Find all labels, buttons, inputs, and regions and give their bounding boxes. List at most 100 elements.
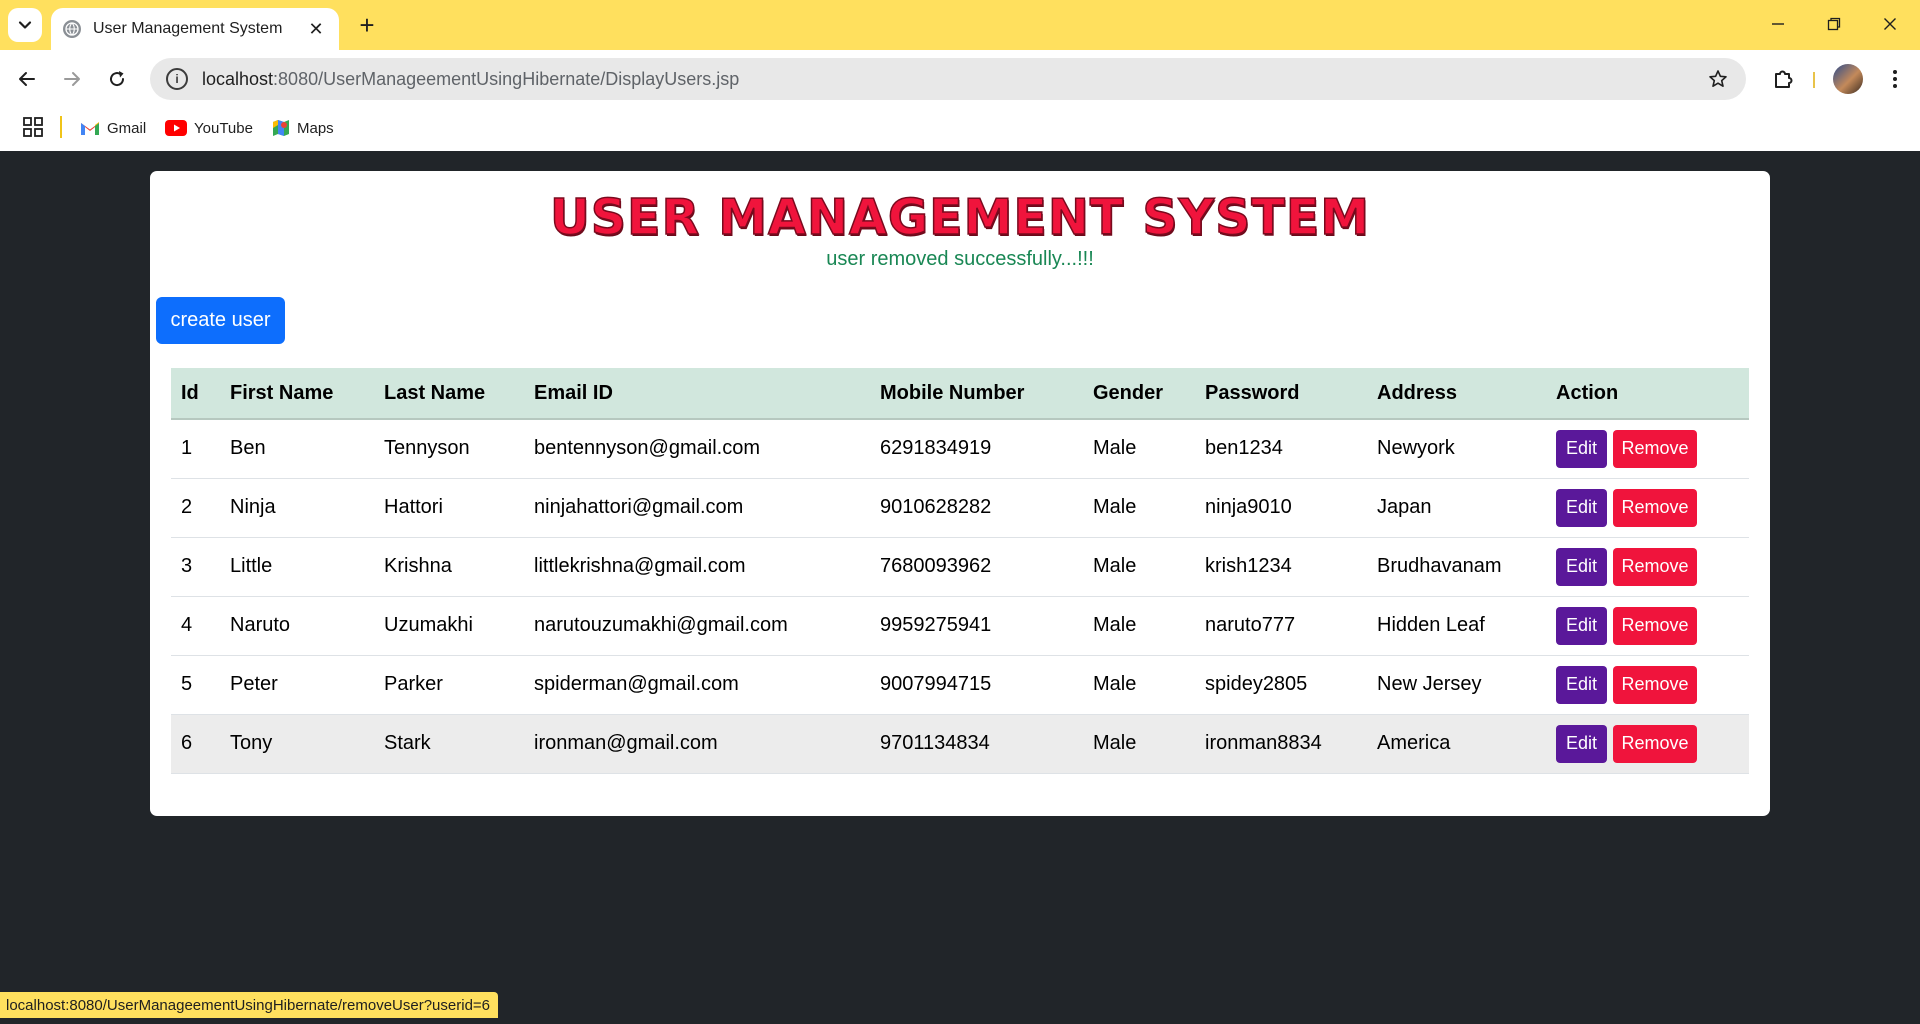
cell-password: ben1234 [1195,419,1367,479]
cell-last-name: Krishna [374,537,524,597]
remove-button[interactable]: Remove [1613,665,1697,704]
maps-icon [272,119,290,137]
arrow-right-icon [64,72,80,86]
cell-address: Japan [1367,478,1546,538]
close-window-button[interactable] [1870,8,1910,40]
edit-button[interactable]: Edit [1556,724,1607,763]
arrow-left-icon [19,72,35,86]
cell-email: ninjahattori@gmail.com [524,478,870,538]
address-bar[interactable]: i localhost:8080/UserManageementUsingHib… [150,58,1746,100]
apps-grid-icon[interactable] [22,116,44,138]
bookmarks-separator [60,116,62,138]
page-viewport: USER MANAGEMENT SYSTEM user removed succ… [0,151,1920,1024]
browser-menu-button[interactable] [1878,62,1912,96]
globe-icon [63,20,81,38]
cell-id: 3 [171,537,220,597]
cell-id: 1 [171,419,220,479]
puzzle-icon [1775,70,1793,88]
browser-tab[interactable]: User Management System ✕ [51,8,339,50]
bookmark-maps[interactable]: Maps [272,116,334,140]
profile-avatar[interactable] [1833,64,1863,94]
cell-address: New Jersey [1367,655,1546,715]
edit-button[interactable]: Edit [1556,488,1607,527]
tab-close-icon[interactable]: ✕ [305,18,327,40]
url-host: localhost [202,68,274,89]
column-header-mobile: Mobile Number [870,368,1083,420]
edit-button[interactable]: Edit [1556,606,1607,645]
reload-button[interactable] [100,62,134,96]
bookmark-label: Gmail [107,119,147,137]
cell-last-name: Hattori [374,478,524,538]
cell-email: spiderman@gmail.com [524,655,870,715]
cell-mobile: 7680093962 [870,537,1083,597]
more-vert-icon [1893,70,1897,88]
table-body: 1 Ben Tennyson bentennyson@gmail.com 6291834… [171,419,1749,774]
close-icon [1884,18,1896,30]
cell-first-name: Ninja [220,478,374,538]
cell-action: Edit Remove [1546,419,1749,479]
restore-icon [1827,17,1841,31]
bookmark-gmail[interactable]: Gmail [80,116,146,140]
remove-button[interactable]: Remove [1613,724,1697,763]
youtube-icon [165,120,187,136]
row-actions: Edit Remove [1556,488,1739,527]
site-info-icon[interactable]: i [166,68,188,90]
cell-id: 4 [171,596,220,656]
table-row: 1 Ben Tennyson bentennyson@gmail.com 6291834… [171,419,1749,479]
remove-button[interactable]: Remove [1613,606,1697,645]
create-user-button[interactable]: create user [156,297,285,344]
row-actions: Edit Remove [1556,547,1739,586]
gmail-icon [80,120,100,136]
remove-button[interactable]: Remove [1613,488,1697,527]
toolbar-divider [1813,72,1815,88]
row-actions: Edit Remove [1556,429,1739,468]
cell-gender: Male [1083,478,1195,538]
remove-button[interactable]: Remove [1613,547,1697,586]
tab-search-button[interactable] [8,8,42,42]
status-message: user removed successfully...!!! [826,248,1094,270]
restore-button[interactable] [1814,8,1854,40]
remove-button[interactable]: Remove [1613,429,1697,468]
minimize-button[interactable] [1758,8,1798,40]
column-header-action: Action [1546,368,1749,420]
edit-button[interactable]: Edit [1556,429,1607,468]
back-button[interactable] [10,62,44,96]
cell-action: Edit Remove [1546,537,1749,597]
cell-password: krish1234 [1195,537,1367,597]
column-header-gender: Gender [1083,368,1195,420]
cell-password: ironman8834 [1195,714,1367,774]
cell-id: 6 [171,714,220,774]
extensions-button[interactable] [1766,62,1800,96]
edit-button[interactable]: Edit [1556,547,1607,586]
bookmark-label: YouTube [194,119,253,137]
cell-action: Edit Remove [1546,478,1749,538]
row-actions: Edit Remove [1556,724,1739,763]
cell-action: Edit Remove [1546,714,1749,774]
tab-title: User Management System [93,20,283,37]
cell-last-name: Uzumakhi [374,596,524,656]
link-status-bar: localhost:8080/UserManageementUsingHiber… [0,992,499,1018]
cell-mobile: 9010628282 [870,478,1083,538]
cell-mobile: 9959275941 [870,596,1083,656]
column-header-email: Email ID [524,368,870,420]
cell-action: Edit Remove [1546,655,1749,715]
bookmark-youtube[interactable]: YouTube [165,116,253,140]
chevron-down-icon [18,21,32,29]
minimize-icon [1772,23,1784,25]
new-tab-button[interactable]: + [352,10,382,40]
cell-password: ninja9010 [1195,478,1367,538]
column-header-last-name: Last Name [374,368,524,420]
cell-first-name: Little [220,537,374,597]
bookmark-star-icon[interactable] [1706,67,1730,91]
edit-button[interactable]: Edit [1556,665,1607,704]
cell-address: Newyork [1367,419,1546,479]
row-actions: Edit Remove [1556,665,1739,704]
column-header-password: Password [1195,368,1367,420]
content-card: USER MANAGEMENT SYSTEM user removed succ… [150,171,1770,816]
forward-button[interactable] [55,62,89,96]
url-path: :8080/UserManageementUsingHibernate/Disp… [273,68,740,89]
table-row: 6 Tony Stark ironman@gmail.com 9701134834 Mal… [171,714,1749,774]
cell-email: narutouzumakhi@gmail.com [524,596,870,656]
cell-gender: Male [1083,419,1195,479]
cell-password: spidey2805 [1195,655,1367,715]
